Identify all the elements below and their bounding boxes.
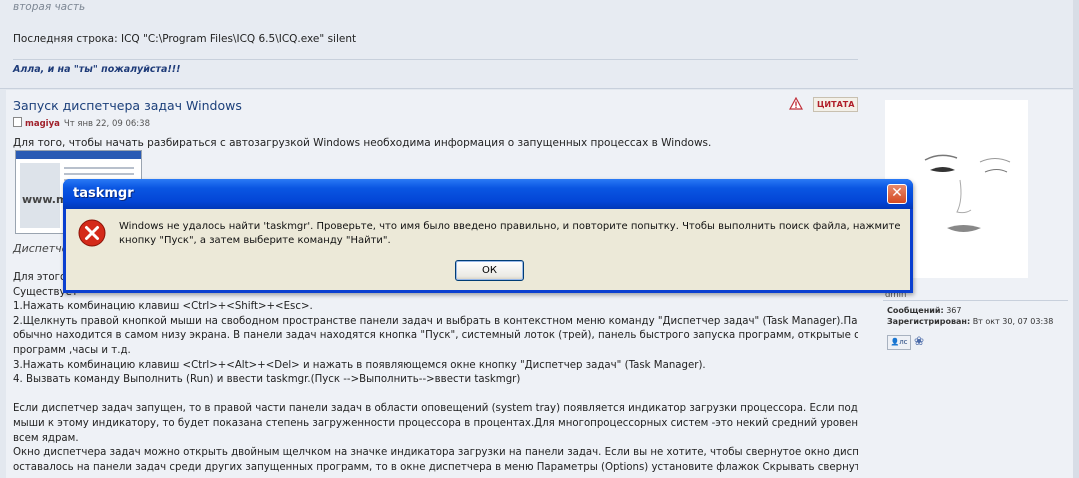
website-icon[interactable]: ❀ bbox=[914, 335, 928, 348]
ok-button[interactable]: ОК bbox=[455, 260, 524, 281]
post-body-line: 2.Щелкнуть правой кнопкой мыши на свобод… bbox=[13, 315, 858, 327]
close-button[interactable]: ✕ bbox=[887, 184, 907, 204]
sidebar-registered: Зарегистрирован: Вт окт 30, 07 03:38 bbox=[887, 317, 1054, 326]
sidebar-divider bbox=[883, 300, 1068, 301]
dialog-title: taskmgr bbox=[73, 186, 134, 201]
post-body-line: оставалось на панели задач среди других … bbox=[13, 461, 858, 473]
error-message: Windows не удалось найти 'taskmgr'. Пров… bbox=[119, 221, 901, 246]
signature-divider bbox=[13, 59, 858, 60]
post-body-line: 3.Нажать комбинацию клавиш <Ctrl>+<Alt>+… bbox=[13, 359, 706, 371]
post-document-icon[interactable] bbox=[13, 117, 22, 127]
previous-post: вторая часть Последняя строка: ICQ "C:\P… bbox=[0, 0, 1079, 89]
post-body-line: программ ,часы и т.д. bbox=[13, 344, 131, 356]
post-date: Чт янв 22, 09 06:38 bbox=[63, 119, 150, 129]
post-body-line: 4. Вызвать команду Выполнить (Run) и вве… bbox=[13, 374, 521, 386]
post-title[interactable]: Запуск диспетчера задач Windows bbox=[13, 98, 242, 113]
dialog-body: Windows не удалось найти 'taskmgr'. Пров… bbox=[66, 209, 910, 290]
post-intro: Для того, чтобы начать разбираться с авт… bbox=[13, 137, 712, 149]
post-body: Для этого Существует 1.Нажать комбинацию… bbox=[13, 271, 858, 475]
post-body-line: Окно диспетчера задач можно открыть двой… bbox=[13, 447, 858, 459]
post-author[interactable]: magiya bbox=[25, 119, 60, 129]
previous-post-signature: Алла, и на "ты" пожалуйста!!! bbox=[13, 64, 181, 75]
report-warning-icon[interactable] bbox=[789, 97, 803, 111]
previous-post-italic-text: вторая часть bbox=[13, 1, 86, 13]
page-scrollbar[interactable] bbox=[1073, 0, 1079, 478]
post-body-line: обычно находится в самом низу экрана. В … bbox=[13, 330, 858, 342]
post-meta: magiya Чт янв 22, 09 06:38 bbox=[13, 117, 150, 129]
post-body-line: мыши к этому индикатору, то будет показа… bbox=[13, 417, 858, 429]
post-body-line: 1.Нажать комбинацию клавиш <Ctrl>+<Shift… bbox=[13, 301, 313, 313]
post-body-line: Если диспетчер задач запущен, то в право… bbox=[13, 403, 858, 415]
sidebar-posts-count: Сообщений: 367 bbox=[887, 306, 962, 315]
private-message-button[interactable]: 👤лс bbox=[887, 335, 911, 350]
error-icon bbox=[78, 219, 106, 247]
error-dialog: taskmgr ✕ Windows не удалось найти 'task… bbox=[63, 179, 913, 293]
previous-post-last-line: Последняя строка: ICQ "C:\Program Files\… bbox=[13, 33, 357, 45]
post-body-line: всем ядрам. bbox=[13, 432, 79, 444]
thumbnail-text: www.m bbox=[22, 193, 68, 206]
dialog-title-bar[interactable]: taskmgr ✕ bbox=[63, 179, 913, 209]
quote-button[interactable]: ЦИТАТА bbox=[813, 97, 859, 112]
post-body-line bbox=[13, 388, 858, 403]
